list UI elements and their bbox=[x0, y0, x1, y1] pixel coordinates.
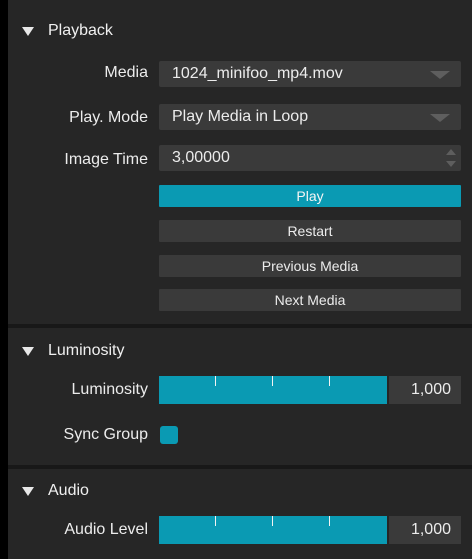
slider-tick bbox=[215, 376, 216, 386]
luminosity-label: Luminosity bbox=[71, 381, 148, 398]
dropdown-arrow-icon[interactable] bbox=[430, 71, 450, 79]
section-divider bbox=[8, 324, 472, 328]
dropdown-arrow-icon[interactable] bbox=[430, 114, 450, 122]
collapse-triangle-icon[interactable] bbox=[22, 26, 34, 36]
section-divider bbox=[8, 465, 472, 469]
next-media-button[interactable]: Next Media bbox=[159, 289, 461, 311]
previous-media-button[interactable]: Previous Media bbox=[159, 255, 461, 277]
stepper-up-icon[interactable] bbox=[446, 149, 456, 155]
audio-section-header[interactable]: Audio bbox=[8, 470, 472, 512]
media-dropdown-value: 1024_minifoo_mp4.mov bbox=[172, 65, 343, 82]
slider-tick bbox=[272, 516, 273, 526]
image-time-label: Image Time bbox=[64, 151, 148, 168]
slider-tick bbox=[272, 376, 273, 386]
audio-level-value[interactable]: 1,000 bbox=[389, 516, 461, 544]
slider-tick bbox=[329, 376, 330, 386]
luminosity-value[interactable]: 1,000 bbox=[389, 376, 461, 404]
audio-level-label: Audio Level bbox=[64, 521, 148, 538]
sync-group-label: Sync Group bbox=[63, 426, 148, 443]
audio-level-slider[interactable] bbox=[159, 516, 387, 544]
collapse-triangle-icon[interactable] bbox=[22, 346, 34, 356]
media-label: Media bbox=[104, 64, 148, 81]
luminosity-section-title: Luminosity bbox=[48, 342, 125, 359]
luminosity-slider[interactable] bbox=[159, 376, 387, 404]
slider-tick bbox=[215, 516, 216, 526]
sync-group-checkbox[interactable] bbox=[160, 426, 178, 444]
play-button[interactable]: Play bbox=[159, 185, 461, 207]
play-mode-label: Play. Mode bbox=[69, 109, 148, 126]
audio-section-title: Audio bbox=[48, 482, 89, 499]
properties-panel: Playback Media 1024_minifoo_mp4.mov Play… bbox=[8, 0, 472, 559]
collapse-triangle-icon[interactable] bbox=[22, 486, 34, 496]
slider-tick bbox=[329, 516, 330, 526]
play-mode-dropdown[interactable]: Play Media in Loop bbox=[159, 104, 461, 130]
playback-section-header[interactable]: Playback bbox=[8, 10, 472, 52]
playback-section-title: Playback bbox=[48, 22, 113, 39]
restart-button[interactable]: Restart bbox=[159, 220, 461, 242]
play-mode-dropdown-value: Play Media in Loop bbox=[172, 108, 309, 125]
stepper-icon[interactable] bbox=[446, 149, 456, 167]
media-dropdown[interactable]: 1024_minifoo_mp4.mov bbox=[159, 61, 461, 87]
image-time-value[interactable]: 3,00000 bbox=[172, 149, 230, 167]
stepper-down-icon[interactable] bbox=[446, 161, 456, 167]
image-time-input[interactable]: 3,00000 bbox=[159, 145, 461, 171]
luminosity-section-header[interactable]: Luminosity bbox=[8, 330, 472, 372]
